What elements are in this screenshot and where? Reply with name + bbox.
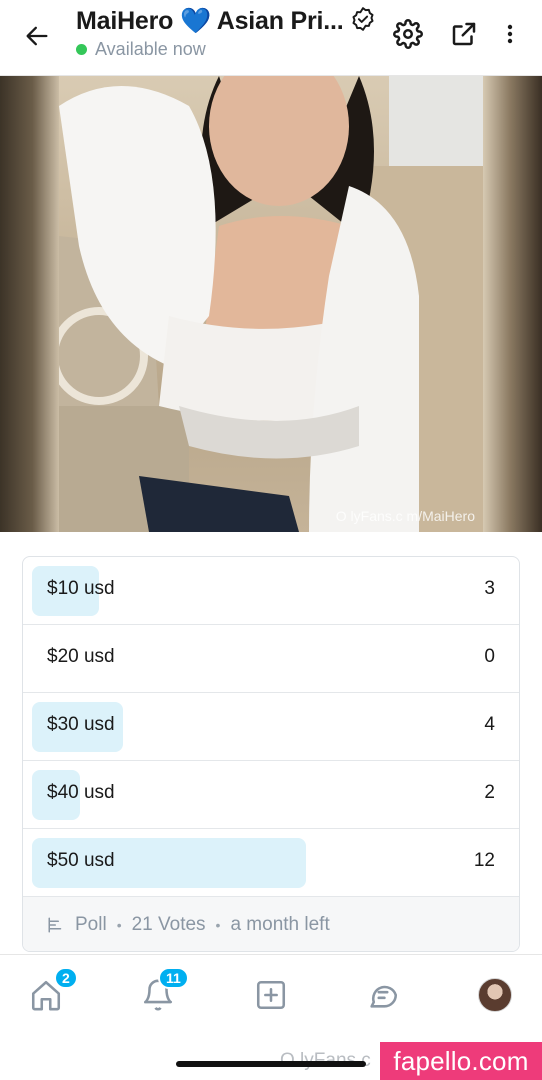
post-media[interactable]: O lyFans.c m/MaiHero bbox=[0, 76, 542, 532]
gear-icon bbox=[393, 19, 423, 49]
nav-profile[interactable] bbox=[473, 973, 517, 1017]
bottom-navigation: 2 11 bbox=[0, 954, 542, 1044]
poll-icon bbox=[48, 917, 62, 933]
poll-option-label: $10 usd bbox=[47, 578, 115, 599]
creator-info[interactable]: MaiHero 💙 Asian Pri... Available now bbox=[76, 6, 386, 60]
share-button[interactable] bbox=[446, 16, 482, 52]
poll-vote-total: 21 Votes bbox=[131, 914, 206, 935]
back-button[interactable] bbox=[18, 18, 56, 54]
poll-footer: Poll • 21 Votes • a month left bbox=[23, 897, 519, 951]
site-badge: fapello.com bbox=[380, 1042, 542, 1080]
poll-time-left: a month left bbox=[230, 914, 330, 935]
online-status-dot bbox=[76, 44, 87, 55]
message-icon bbox=[370, 985, 398, 1008]
poll-option-label: $50 usd bbox=[47, 850, 115, 871]
separator-dot: • bbox=[116, 917, 122, 933]
avatar bbox=[478, 978, 512, 1012]
share-icon bbox=[452, 22, 476, 46]
plus-square-icon bbox=[256, 980, 286, 1010]
poll-option[interactable]: $40 usd 2 bbox=[23, 761, 519, 829]
creator-name: MaiHero 💙 Asian Pri... bbox=[76, 7, 344, 35]
home-indicator[interactable] bbox=[176, 1061, 366, 1067]
poll-type: Poll bbox=[75, 914, 107, 935]
poll: $10 usd 3 $20 usd 0 $30 usd 4 $40 usd 2 $50 usd 1… bbox=[22, 556, 520, 952]
nav-messages[interactable] bbox=[361, 973, 405, 1017]
arrow-left-icon bbox=[26, 26, 48, 46]
poll-option-count: 3 bbox=[484, 578, 495, 599]
settings-button[interactable] bbox=[390, 16, 426, 52]
more-vertical-icon bbox=[507, 24, 513, 44]
more-options-button[interactable] bbox=[494, 16, 526, 52]
online-status: Available now bbox=[95, 39, 206, 59]
poll-option-count: 2 bbox=[484, 782, 495, 803]
separator-dot: • bbox=[215, 917, 221, 933]
poll-option-label: $20 usd bbox=[47, 646, 115, 667]
verified-icon bbox=[350, 6, 376, 37]
poll-option-label: $40 usd bbox=[47, 782, 115, 803]
poll-option[interactable]: $20 usd 0 bbox=[23, 625, 519, 693]
chat-header: MaiHero 💙 Asian Pri... Available now bbox=[0, 0, 542, 76]
poll-option-count: 0 bbox=[484, 646, 495, 667]
post-photo: O lyFans.c m/MaiHero bbox=[59, 76, 483, 532]
nav-new-post[interactable] bbox=[249, 973, 293, 1017]
poll-option[interactable]: $30 usd 4 bbox=[23, 693, 519, 761]
media-watermark: O lyFans.c m/MaiHero bbox=[335, 508, 475, 524]
poll-option-label: $30 usd bbox=[47, 714, 115, 735]
notifications-badge: 11 bbox=[158, 967, 189, 989]
nav-home[interactable]: 2 bbox=[24, 967, 78, 1017]
poll-option-count: 4 bbox=[484, 714, 495, 735]
poll-option[interactable]: $10 usd 3 bbox=[23, 557, 519, 625]
home-badge: 2 bbox=[54, 967, 78, 989]
poll-option[interactable]: $50 usd 12 bbox=[23, 829, 519, 897]
poll-option-count: 12 bbox=[473, 850, 495, 871]
nav-notifications[interactable]: 11 bbox=[136, 967, 189, 1017]
